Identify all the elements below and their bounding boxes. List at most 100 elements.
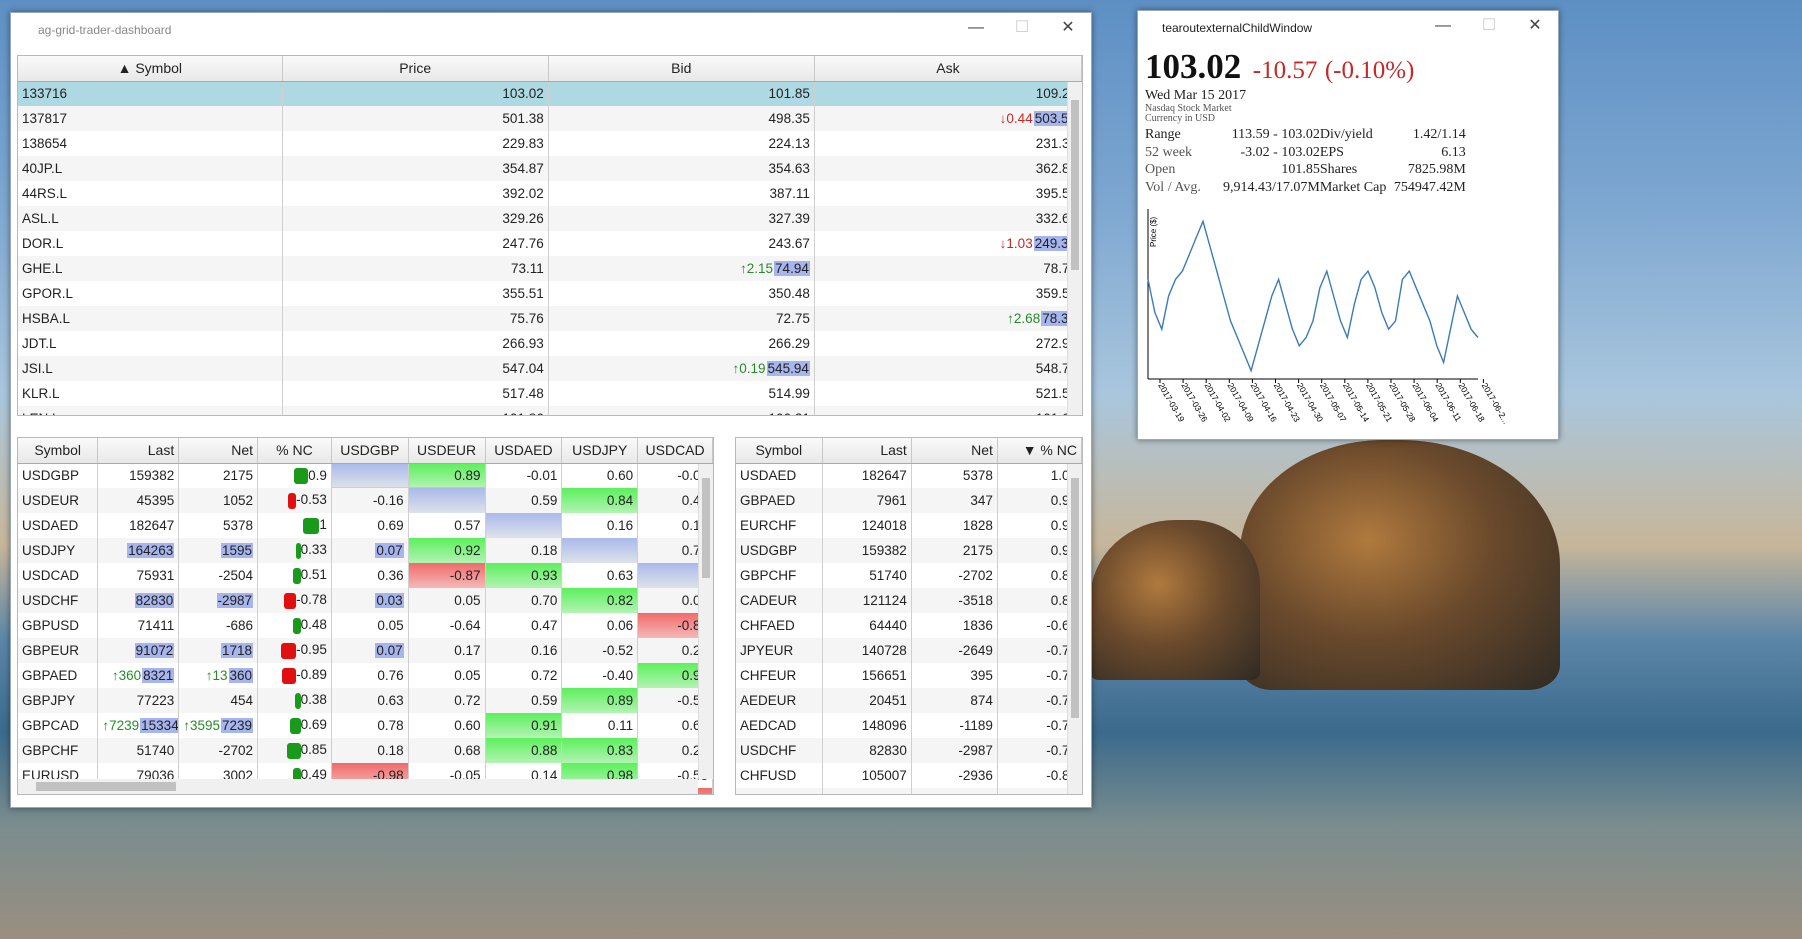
pct-change-bar [281, 642, 297, 659]
cell-symbol: GBPCHF [18, 738, 99, 763]
column-header-bid[interactable]: Bid [548, 56, 815, 82]
cell-symbol: JPYEUR [736, 638, 823, 663]
changed-value: 0.07 [375, 543, 404, 558]
scrollbar-thumb[interactable] [1071, 478, 1079, 718]
column-header-usdjpy[interactable]: USDJPY [561, 438, 639, 464]
pct-change-value: 0.51 [300, 567, 327, 583]
table-row[interactable]: 138654 229.83 224.13 231.31 [18, 131, 1082, 156]
top-movers-grid-header: Symbol Last Net ▼ % NC [736, 438, 1082, 464]
table-row[interactable]: GBPUSD 71411 -686 0.48 0.05 -0.64 0.47 0.06 -0.8… [18, 613, 713, 638]
fx-grid-horizontal-scrollbar[interactable] [18, 779, 698, 794]
cell-symbol: 138654 [18, 131, 283, 156]
table-row[interactable]: KLR.L 517.48 514.99 521.50 [18, 381, 1082, 406]
table-row[interactable]: USDEUR 45395 1052 -0.53 -0.16 0.59 0.84 0.47 [18, 488, 713, 513]
table-row[interactable]: DOR.L 247.76 243.67 ↓1.03 249.35 [18, 231, 1082, 256]
column-header-symbol[interactable]: ▲ Symbol [18, 56, 283, 82]
minimize-icon[interactable]: — [953, 13, 999, 43]
close-icon[interactable]: ✕ [1512, 11, 1558, 41]
cell-value: -2702 [911, 563, 998, 588]
cell-value: 0.07 [331, 538, 409, 563]
table-row[interactable]: GPOR.L 355.51 350.48 359.50 [18, 281, 1082, 306]
cell-value: ↑7239153347 [97, 713, 180, 738]
column-header-last[interactable]: Last [822, 438, 912, 464]
table-row[interactable]: GBPCHF 51740 -2702 0.85 [736, 563, 1082, 588]
column-header-usdgbp[interactable]: USDGBP [331, 438, 409, 464]
pct-change-bar [286, 742, 301, 759]
table-row[interactable]: JSI.L 547.04 ↑0.19 545.94 548.79 [18, 356, 1082, 381]
main-window: ag-grid-trader-dashboard — ☐ ✕ ▲ Symbol … [10, 12, 1092, 808]
column-header-net[interactable]: Net [911, 438, 998, 464]
table-row[interactable]: 133716 103.02 101.85 109.20 [18, 81, 1082, 106]
table-row[interactable]: HSBA.L 75.76 72.75 ↑2.68 78.39 [18, 306, 1082, 331]
delta-indicator: ↑2.68 [1007, 311, 1041, 326]
table-row[interactable]: JPYEUR 140728 -2649 -0.71 [736, 638, 1082, 663]
table-row[interactable]: LEN.L101.86100.31101.65 [18, 406, 1082, 415]
price-grid-scrollbar[interactable] [1067, 82, 1082, 415]
table-row[interactable]: GBPAED 7961 347 0.92 [736, 488, 1082, 513]
table-row[interactable]: 44RS.L 392.02 387.11 395.56 [18, 181, 1082, 206]
maximize-icon[interactable]: ☐ [1466, 11, 1512, 41]
column-header-symbol[interactable]: Symbol [18, 438, 99, 464]
table-row[interactable]: AEDEUR 20451 874 -0.75 [736, 688, 1082, 713]
minimize-icon[interactable]: — [1420, 11, 1466, 41]
table-row[interactable]: USDCAD 75931 -2504 0.51 0.36 -0.87 0.93 0.63 [18, 563, 713, 588]
table-row[interactable]: GBPJPY 77223 454 0.38 0.63 0.72 0.59 0.89 -0.54 [18, 688, 713, 713]
delta-indicator: ↑3595 [183, 718, 221, 733]
table-row[interactable]: USDAED 182647 5378 1 0.69 0.57 0.16 0.13 [18, 513, 713, 538]
cell-symbol: JSI.L [18, 356, 283, 381]
close-icon[interactable]: ✕ [1045, 13, 1091, 43]
main-window-title: ag-grid-trader-dashboard [38, 23, 172, 37]
table-row[interactable]: GBPCAD↑7239153347↑359572390.690.780.600.… [18, 713, 713, 738]
top-movers-grid-scrollbar[interactable] [1067, 464, 1082, 794]
cell-value: 101.86 [282, 406, 549, 415]
table-row[interactable]: EURCHF 124018 1828 0.91 [736, 513, 1082, 538]
pct-change-value: 1 [319, 517, 327, 533]
column-header-nc[interactable]: % NC [257, 438, 332, 464]
cell-symbol: USDGBP [736, 538, 823, 563]
column-header-price[interactable]: Price [282, 56, 549, 82]
table-row[interactable]: CHFAED 64440 1836 -0.69 [736, 613, 1082, 638]
quote-date: Wed Mar 15 2017 [1145, 88, 1247, 103]
table-row[interactable]: GHE.L 73.11 ↑2.15 74.94 78.74 [18, 256, 1082, 281]
table-row[interactable]: CHFUSD 105007 -2936 -0.83 [736, 763, 1082, 788]
table-row[interactable]: GBPEUR 91072 1718 -0.95 0.07 0.17 0.16 -0.52 0.2… [18, 638, 713, 663]
column-header-symbol[interactable]: Symbol [736, 438, 823, 464]
table-row[interactable]: GBPCHF 51740 -2702 0.85 0.18 0.68 0.88 0.83 0.20 [18, 738, 713, 763]
column-header-last[interactable]: Last [97, 438, 180, 464]
table-row[interactable]: AEDCAD 148096 -1189 -0.77 [736, 713, 1082, 738]
table-row[interactable]: ASL.L 329.26 327.39 332.69 [18, 206, 1082, 231]
table-row[interactable]: USDGBP 159382 2175 0.9 0.89 -0.01 0.60 -0.02 [18, 463, 713, 488]
table-row[interactable]: CHFEUR 156651 395 -0.75 [736, 663, 1082, 688]
delta-indicator: ↓0.44 [999, 111, 1033, 126]
table-row[interactable]: 137817 501.38 498.35 ↓0.44 503.56 [18, 106, 1082, 131]
table-row[interactable]: USDGBP 159382 2175 0.90 [736, 538, 1082, 563]
quote-header: 103.02 -10.57 (-0.10%) Wed Mar 15 2017 N… [1138, 45, 1558, 196]
scrollbar-thumb[interactable] [702, 478, 710, 578]
column-header-usdaed[interactable]: USDAED [485, 438, 563, 464]
fx-grid-scrollbar[interactable] [698, 464, 713, 779]
table-row[interactable]: AEDCHF124937-876-0.87 [736, 788, 1082, 794]
desktop-background-rock [1240, 440, 1560, 690]
table-row[interactable]: USDCHF 82830 -2987 -0.78 0.03 0.05 0.70 0.82 0.0… [18, 588, 713, 613]
column-header-usdcad[interactable]: USDCAD [637, 438, 713, 464]
table-row[interactable]: CADEUR 121124 -3518 0.81 [736, 588, 1082, 613]
table-row[interactable]: GBPAED ↑360 8321 ↑13 360 -0.89 0.76 0.05 0.72 -0.… [18, 663, 713, 688]
table-row[interactable]: 40JP.L 354.87 354.63 362.89 [18, 156, 1082, 181]
table-row[interactable]: JDT.L 266.93 266.29 272.99 [18, 331, 1082, 356]
table-row[interactable]: USDJPY 164263 1595 0.33 0.07 0.92 0.18 0.71 [18, 538, 713, 563]
cell-value: 0.70 [485, 588, 563, 613]
cell-value: 548.79 [814, 356, 1082, 381]
cell-value: 0.36 [331, 563, 409, 588]
table-row[interactable]: USDCHF 82830 -2987 -0.78 [736, 738, 1082, 763]
maximize-icon[interactable]: ☐ [999, 13, 1045, 43]
scrollbar-thumb[interactable] [1071, 100, 1079, 270]
column-header-usdeur[interactable]: USDEUR [408, 438, 486, 464]
scrollbar-thumb[interactable] [36, 782, 176, 791]
cell-symbol: USDJPY [18, 538, 99, 563]
pct-change-bar [288, 492, 297, 509]
table-row[interactable]: USDAED 182647 5378 1.00 [736, 463, 1082, 488]
column-header-nc[interactable]: ▼ % NC [997, 438, 1082, 464]
column-header-ask[interactable]: Ask [814, 56, 1082, 82]
cell-value: 1595 [178, 538, 259, 563]
column-header-net[interactable]: Net [178, 438, 259, 464]
